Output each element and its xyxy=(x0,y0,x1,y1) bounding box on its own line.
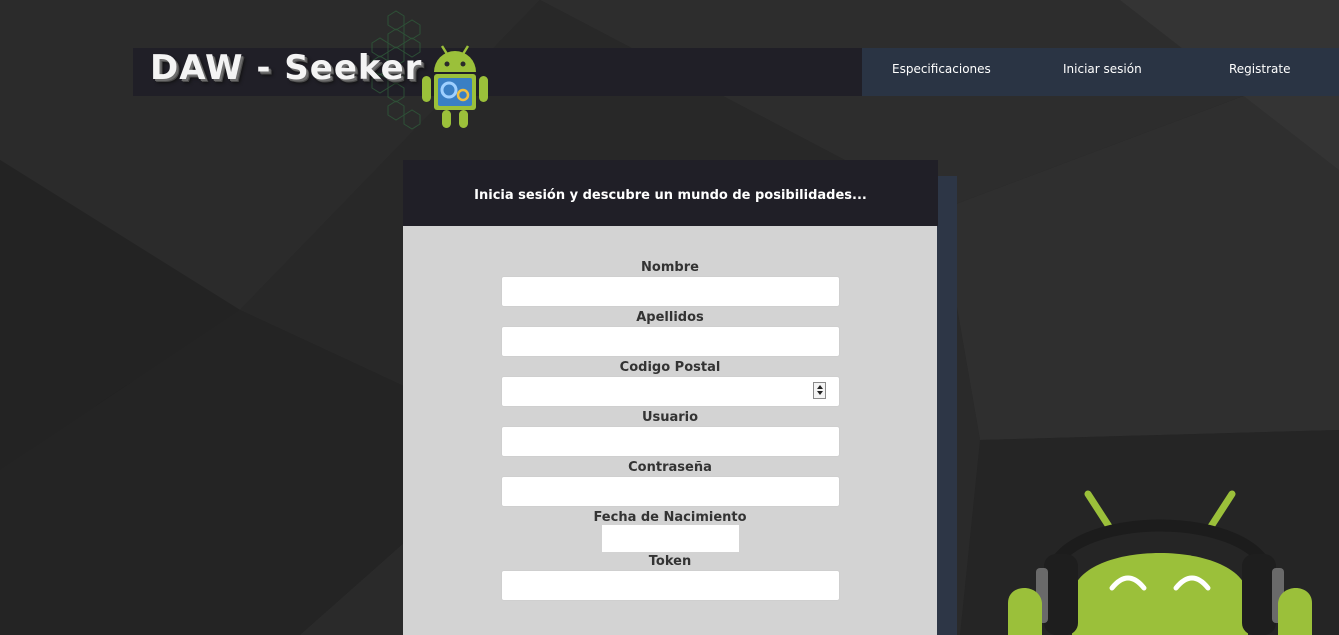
contrasena-label: Contraseña xyxy=(628,460,712,475)
nav-registrate-link[interactable]: Registrate xyxy=(1229,48,1290,96)
spinner-up-icon[interactable] xyxy=(816,385,823,389)
nav-especificaciones-link[interactable]: Especificaciones xyxy=(892,48,991,96)
form-heading: Inicia sesión y descubre un mundo de pos… xyxy=(403,160,938,226)
contrasena-input[interactable] xyxy=(501,476,840,507)
fecha-nacimiento-label: Fecha de Nacimiento xyxy=(593,510,747,525)
nombre-label: Nombre xyxy=(641,260,699,275)
site-logo-text[interactable]: DAW - Seeker xyxy=(150,46,422,94)
usuario-label: Usuario xyxy=(641,410,699,425)
codigo-postal-spinner[interactable] xyxy=(813,382,826,399)
token-input[interactable] xyxy=(501,570,840,601)
apellidos-input[interactable] xyxy=(501,326,840,357)
nombre-input[interactable] xyxy=(501,276,840,307)
main-navigation: Especificaciones Iniciar sesión Registra… xyxy=(862,48,1339,96)
android-gears-robot-icon xyxy=(422,45,488,128)
android-headphones-icon xyxy=(1008,490,1312,635)
token-label: Token xyxy=(648,554,692,569)
codigo-postal-input[interactable] xyxy=(501,376,840,407)
apellidos-label: Apellidos xyxy=(636,310,704,325)
fecha-nacimiento-input[interactable] xyxy=(602,525,739,552)
usuario-input[interactable] xyxy=(501,426,840,457)
side-accent-stripe xyxy=(937,176,957,635)
nav-iniciar-sesion-link[interactable]: Iniciar sesión xyxy=(1063,48,1142,96)
spinner-down-icon[interactable] xyxy=(816,391,823,395)
codigo-postal-label: Codigo Postal xyxy=(619,360,721,375)
